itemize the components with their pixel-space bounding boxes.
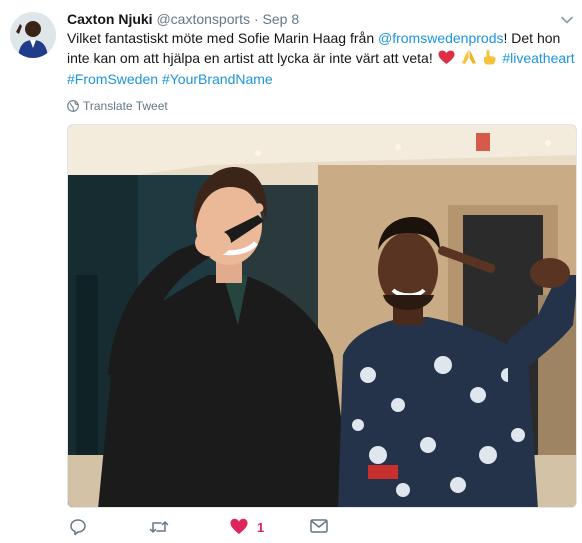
pointing-hand-icon xyxy=(482,49,497,71)
tweet-text-segment: ! Det hon xyxy=(503,30,561,46)
hashtag-link[interactable]: #liveatheart xyxy=(502,50,574,66)
hashtag-link[interactable]: #FromSweden xyxy=(67,71,158,87)
tweet-text-line-3: #FromSweden #YourBrandName xyxy=(67,70,577,90)
envelope-icon xyxy=(310,518,328,534)
tweet-actions: 1 xyxy=(67,516,577,540)
tweet-text-segment: Vilket fantastiskt möte med Sofie Marin … xyxy=(67,30,378,46)
author-handle[interactable]: @caxtonsports xyxy=(156,11,250,27)
tweet-card[interactable]: Caxton Njuki @caxtonsports · Sep 8 Vilke… xyxy=(0,0,582,543)
chevron-down-icon[interactable] xyxy=(560,13,574,27)
direct-message-button[interactable] xyxy=(310,518,328,538)
retweet-button[interactable] xyxy=(149,518,169,538)
reply-button[interactable] xyxy=(69,518,87,538)
avatar[interactable] xyxy=(10,12,56,58)
tweet-date[interactable]: Sep 8 xyxy=(263,11,300,27)
globe-icon xyxy=(67,100,79,116)
like-button[interactable] xyxy=(230,518,248,538)
separator-dot: · xyxy=(253,11,259,27)
mention-link[interactable]: @fromswedenprods xyxy=(378,30,504,46)
tweet-text-line-2: inte kan om att hjälpa en artist att lyc… xyxy=(67,49,577,71)
retweet-icon xyxy=(149,518,169,536)
heart-icon xyxy=(230,518,248,535)
translate-tweet-link[interactable]: Translate Tweet xyxy=(67,98,168,116)
reply-icon xyxy=(69,518,87,536)
author-name[interactable]: Caxton Njuki xyxy=(67,11,153,27)
tweet-text: Vilket fantastiskt möte med Sofie Marin … xyxy=(67,29,577,90)
hashtag-link[interactable]: #YourBrandName xyxy=(162,71,273,87)
translate-label: Translate Tweet xyxy=(83,99,168,113)
tweet-text-segment: inte kan om att hjälpa en artist att lyc… xyxy=(67,49,437,66)
praying-hands-icon xyxy=(461,49,477,71)
tweet-header: Caxton Njuki @caxtonsports · Sep 8 xyxy=(67,10,572,28)
red-heart-icon xyxy=(438,50,455,71)
tweet-text-line-1: Vilket fantastiskt möte med Sofie Marin … xyxy=(67,29,577,49)
tweet-photo[interactable] xyxy=(67,124,577,508)
like-count: 1 xyxy=(257,520,265,535)
